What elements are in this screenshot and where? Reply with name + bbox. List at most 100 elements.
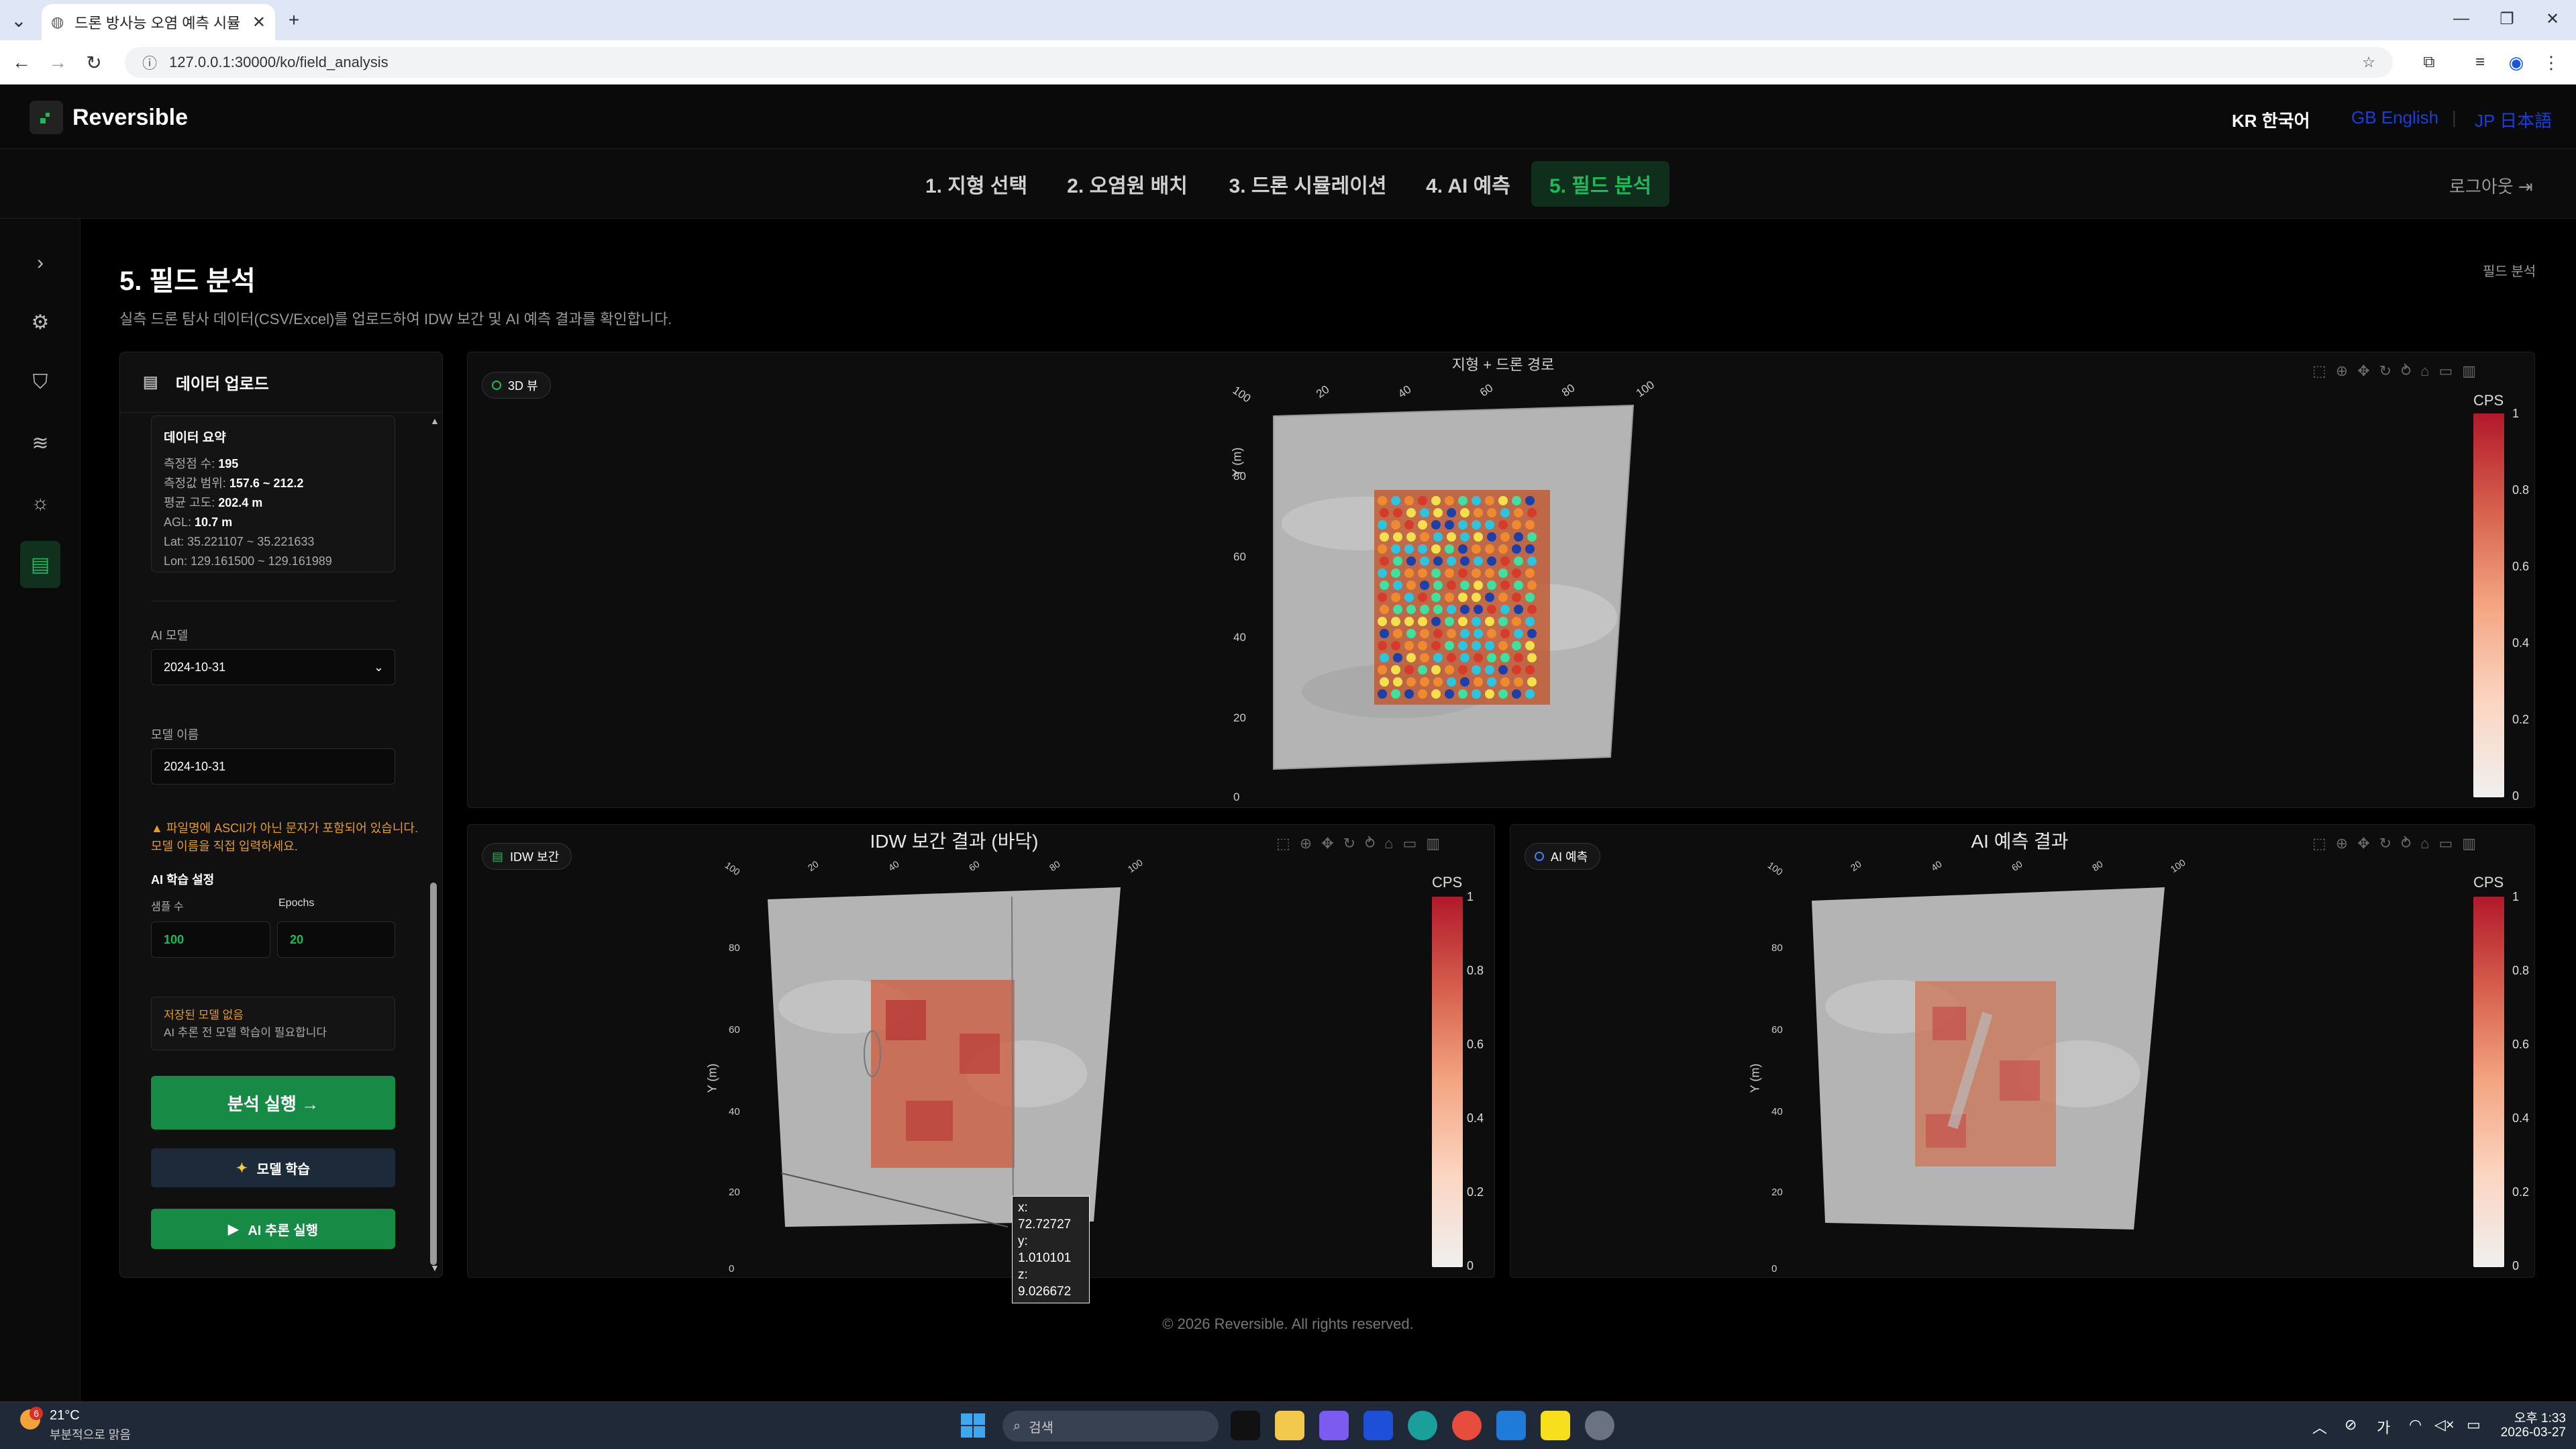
wifi-icon[interactable]: ◠ <box>2409 1416 2422 1434</box>
kakaotalk-icon[interactable] <box>1541 1411 1570 1440</box>
pan-icon[interactable]: ✥ <box>1321 835 1333 852</box>
tab-source-placement[interactable]: 2. 오염원 배치 <box>1062 161 1193 207</box>
epochs-input[interactable]: 20 <box>277 921 395 958</box>
browser-tab[interactable]: ◍ 드론 방사능 오염 예측 시뮬레이 ✕ <box>42 4 275 40</box>
scroll-up-icon[interactable]: ▲ <box>430 415 440 426</box>
site-info-icon[interactable]: ⓘ <box>142 52 157 73</box>
drone-point <box>1391 641 1400 650</box>
clock-date[interactable]: 2026-03-27 <box>2493 1426 2566 1440</box>
sun-icon[interactable]: ☼ <box>25 489 55 518</box>
zoom-icon[interactable]: ⊕ <box>2336 835 2348 852</box>
camera-icon[interactable]: ⬚ <box>2312 835 2326 852</box>
tab-search-icon[interactable]: ⌄ <box>5 7 32 34</box>
zoom-icon[interactable]: ⊕ <box>2336 362 2348 380</box>
brand-name[interactable]: Reversible <box>72 105 188 131</box>
drone-point <box>1472 665 1481 674</box>
media-icon[interactable]: ≡ <box>2467 49 2493 76</box>
train-model-button[interactable]: ✦ 모델 학습 <box>151 1148 395 1187</box>
reset-camera-icon[interactable]: ▭ <box>2438 835 2453 852</box>
plotly-logo-icon[interactable]: ▥ <box>2462 362 2476 380</box>
gear-icon[interactable]: ⚙ <box>25 307 55 337</box>
ai-inference-button[interactable]: ▶ AI 추론 실행 <box>151 1209 395 1249</box>
lang-jp-link[interactable]: JP 日本語 <box>2475 107 2552 132</box>
speaker-icon[interactable]: ◁× <box>2434 1416 2455 1434</box>
ai-model-select[interactable]: 2024-10-31 ⌄ <box>151 649 395 685</box>
samples-input[interactable]: 100 <box>151 921 270 958</box>
scroll-down-icon[interactable]: ▼ <box>430 1262 440 1273</box>
new-tab-button[interactable]: + <box>280 7 307 34</box>
lang-ko-link[interactable]: KR 한국어 <box>2232 107 2310 132</box>
store-icon[interactable] <box>1363 1411 1393 1440</box>
turntable-icon[interactable]: ⥁ <box>1365 835 1375 852</box>
plot-3d-terrain[interactable] <box>1194 376 1678 805</box>
chrome-icon[interactable] <box>1452 1411 1482 1440</box>
reload-icon[interactable]: ↻ <box>81 49 107 76</box>
url-field[interactable]: ⓘ 127.0.0.1:30000/ko/field_analysis ☆ <box>125 47 2393 78</box>
close-tab-icon[interactable]: ✕ <box>252 13 266 32</box>
plot-title-3d: 지형 + 드론 경로 <box>1451 356 1555 373</box>
plot-ai-surface[interactable] <box>1798 872 2174 1235</box>
turntable-icon[interactable]: ⥁ <box>2401 835 2411 852</box>
breadcrumb[interactable]: 필드 분석 <box>2483 260 2536 280</box>
logo-icon[interactable] <box>30 101 63 134</box>
orbit-icon[interactable]: ↻ <box>2379 362 2391 380</box>
ime-indicator[interactable]: 가 <box>2377 1416 2390 1438</box>
battery-icon[interactable]: ▭ <box>2467 1416 2481 1434</box>
forward-icon[interactable]: → <box>44 49 71 76</box>
pan-icon[interactable]: ✥ <box>2357 362 2369 380</box>
tab-ai-prediction[interactable]: 4. AI 예측 <box>1419 161 1518 207</box>
minimize-button[interactable]: — <box>2448 5 2475 32</box>
tab-terrain-select[interactable]: 1. 지형 선택 <box>915 161 1037 207</box>
start-icon[interactable] <box>960 1412 986 1439</box>
turntable-icon[interactable]: ⥁ <box>2401 362 2411 380</box>
home-icon[interactable]: ⌂ <box>2420 835 2429 852</box>
edge-icon[interactable] <box>1408 1411 1437 1440</box>
drone-point <box>1472 641 1481 650</box>
weather-temp[interactable]: 21°C <box>50 1408 80 1423</box>
camera-icon[interactable]: ⬚ <box>1276 835 1290 852</box>
settings-app-icon[interactable] <box>1585 1411 1614 1440</box>
camera-icon[interactable]: ⬚ <box>2312 362 2326 380</box>
tray-hidden-icon[interactable]: ⊘ <box>2345 1416 2357 1434</box>
bookmark-star-icon[interactable]: ☆ <box>2362 54 2375 71</box>
drone-point <box>1445 641 1454 650</box>
orbit-icon[interactable]: ↻ <box>1343 835 1355 852</box>
shield-icon[interactable]: ⛉ <box>25 368 55 397</box>
file-explorer-icon[interactable] <box>1275 1411 1304 1440</box>
maximize-button[interactable]: ❐ <box>2493 5 2520 32</box>
lang-en-link[interactable]: GB English <box>2351 107 2438 128</box>
tab-field-analysis[interactable]: 5. 필드 분석 <box>1531 161 1669 207</box>
home-icon[interactable]: ⌂ <box>2420 362 2429 380</box>
clock-time[interactable]: 오후 1:33 <box>2493 1408 2566 1426</box>
menu-icon[interactable]: ⋮ <box>2538 49 2565 76</box>
upload-panel-header[interactable]: ▤ 데이터 업로드 <box>120 352 442 413</box>
scrollbar-thumb[interactable] <box>430 883 437 1265</box>
document-icon[interactable]: ▤ <box>20 541 60 588</box>
orbit-icon[interactable]: ↻ <box>2379 835 2391 852</box>
vscode-icon[interactable] <box>1496 1411 1526 1440</box>
model-name-input[interactable]: 2024-10-31 <box>151 748 395 785</box>
taskbar-search[interactable]: ⌕ 검색 <box>1002 1411 1219 1442</box>
tab-drone-simulation[interactable]: 3. 드론 시뮬레이션 <box>1220 161 1396 207</box>
plotly-logo-icon[interactable]: ▥ <box>2462 835 2476 852</box>
reset-camera-icon[interactable]: ▭ <box>1402 835 1416 852</box>
close-window-button[interactable]: ✕ <box>2539 5 2566 32</box>
pan-icon[interactable]: ✥ <box>2357 835 2369 852</box>
home-icon[interactable]: ⌂ <box>1384 835 1393 852</box>
zoom-icon[interactable]: ⊕ <box>1300 835 1312 852</box>
cb-tick-04-idw: 0.4 <box>1467 1111 1484 1125</box>
expand-chevron-icon[interactable]: › <box>25 248 55 278</box>
extensions-icon[interactable]: ⧉ <box>2416 49 2442 76</box>
run-analysis-button[interactable]: 분석 실행 → <box>151 1076 395 1130</box>
copilot-icon[interactable] <box>1319 1411 1349 1440</box>
plotly-logo-icon[interactable]: ▥ <box>1426 835 1440 852</box>
tray-chevron-icon[interactable]: ︿ <box>2312 1416 2327 1438</box>
reset-camera-icon[interactable]: ▭ <box>2438 362 2453 380</box>
weather-desc[interactable]: 부분적으로 맑음 <box>50 1426 131 1443</box>
logout-link[interactable]: 로그아웃 ⇥ <box>2449 173 2533 198</box>
back-icon[interactable]: ← <box>8 49 35 76</box>
layers-icon[interactable]: ≋ <box>25 428 55 458</box>
cb-tick-0-idw: 0 <box>1467 1259 1474 1272</box>
task-view-icon[interactable] <box>1231 1411 1260 1440</box>
profile-icon[interactable]: ◉ <box>2503 49 2530 76</box>
